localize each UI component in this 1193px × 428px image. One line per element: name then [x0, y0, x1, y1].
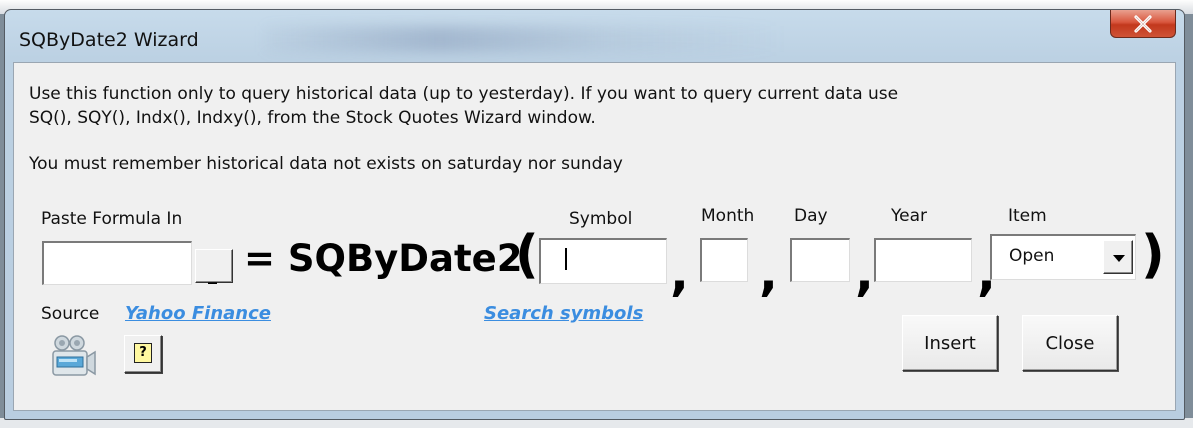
- source-label: Source: [41, 304, 100, 324]
- comma-separator-1: ,: [670, 244, 689, 302]
- instructions: Use this function only to query historic…: [29, 82, 1129, 130]
- chevron-down-icon: [1113, 255, 1125, 262]
- close-button-label: Close: [1045, 332, 1095, 354]
- title-bar[interactable]: SQByDate2 Wizard: [5, 10, 1184, 62]
- item-select[interactable]: Open: [990, 234, 1136, 280]
- day-input[interactable]: [790, 238, 850, 282]
- month-input[interactable]: [700, 238, 748, 282]
- yahoo-finance-link[interactable]: Yahoo Finance: [125, 303, 271, 324]
- instruction-line-2: SQ(), SQY(), Indx(), Indxy(), from the S…: [29, 108, 596, 128]
- paste-formula-label: Paste Formula In: [41, 209, 183, 229]
- year-label: Year: [891, 206, 927, 226]
- symbol-label: Symbol: [569, 209, 633, 229]
- symbol-input[interactable]: [539, 238, 667, 284]
- window-close-button[interactable]: [1110, 10, 1176, 38]
- insert-button-label: Insert: [924, 332, 976, 354]
- day-label: Day: [794, 206, 828, 226]
- select-range-glyph: _: [208, 264, 217, 285]
- window-title: SQByDate2 Wizard: [19, 29, 199, 51]
- select-range-button[interactable]: _: [195, 249, 233, 285]
- comma-separator-2: ,: [759, 244, 778, 302]
- text-caret: [565, 248, 567, 270]
- instruction-line-1: Use this function only to query historic…: [29, 84, 899, 104]
- item-dropdown-button[interactable]: [1103, 240, 1133, 274]
- help-button[interactable]: ?: [124, 335, 162, 373]
- item-label: Item: [1008, 206, 1047, 226]
- paste-formula-input[interactable]: [42, 241, 192, 285]
- insert-button[interactable]: Insert: [902, 315, 998, 371]
- formula-function-name: = SQByDate2: [244, 237, 523, 280]
- open-parenthesis: (: [515, 225, 539, 285]
- search-symbols-link[interactable]: Search symbols: [484, 303, 643, 324]
- comma-separator-3: ,: [855, 244, 874, 302]
- month-label: Month: [701, 206, 755, 226]
- video-camera-icon[interactable]: [50, 333, 98, 381]
- year-input[interactable]: [874, 238, 972, 282]
- title-bar-reflection: [265, 26, 785, 52]
- weekend-notice: You must remember historical data not ex…: [29, 154, 623, 174]
- close-x-icon: [1134, 14, 1152, 33]
- help-question-icon: ?: [134, 343, 152, 363]
- item-select-value: Open: [1009, 246, 1055, 266]
- close-parenthesis: ): [1141, 225, 1165, 285]
- close-button[interactable]: Close: [1022, 315, 1118, 371]
